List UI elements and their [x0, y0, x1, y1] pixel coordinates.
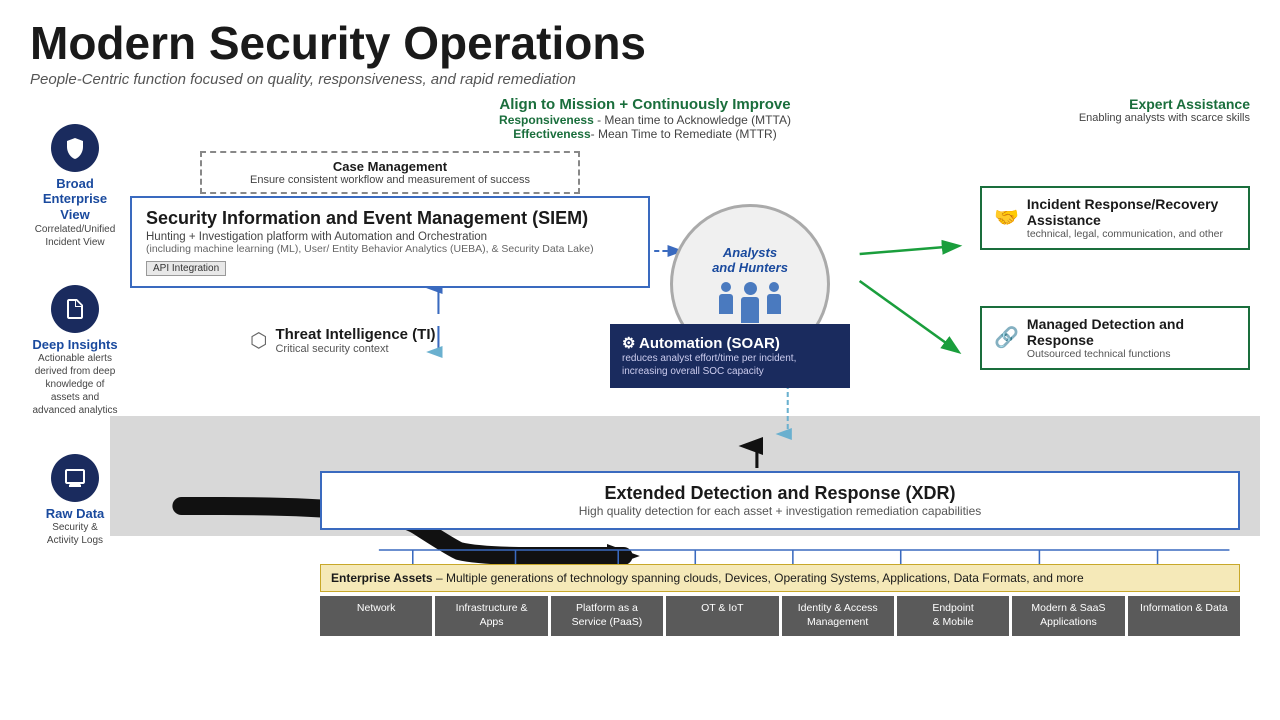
responsiveness-label: Responsiveness	[499, 113, 594, 127]
enterprise-assets-text: – Multiple generations of technology spa…	[436, 571, 1084, 585]
expert-section: Expert Assistance Enabling analysts with…	[980, 96, 1250, 124]
analysts-title: Analystsand Hunters	[712, 245, 788, 276]
expert-title: Expert Assistance	[980, 96, 1250, 112]
asset-cat-info-data: Information & Data	[1128, 596, 1240, 635]
align-responsiveness: Responsiveness - Mean time to Acknowledg…	[320, 113, 970, 127]
document-icon	[51, 285, 99, 333]
title-section: Modern Security Operations People-Centri…	[30, 18, 1250, 88]
xdr-subtitle: High quality detection for each asset + …	[336, 504, 1224, 518]
incident-response-box: 🤝 Incident Response/Recovery Assistance …	[980, 186, 1250, 250]
raw-data-sublabel: Security &Activity Logs	[47, 521, 103, 547]
ti-subtitle: Critical security context	[275, 343, 435, 355]
content-area: Broad Enterprise View Correlated/Unified…	[30, 96, 1250, 636]
siem-sub2: (including machine learning (ML), User/ …	[146, 243, 634, 255]
effectiveness-label: Effectiveness	[513, 127, 590, 141]
main-container: Modern Security Operations People-Centri…	[0, 0, 1280, 720]
shield-icon	[51, 124, 99, 172]
mdr-box: 🔗 Managed Detection and Response Outsour…	[980, 306, 1250, 370]
api-badge: API Integration	[146, 261, 226, 276]
sidebar-item-broad-enterprise: Broad Enterprise View Correlated/Unified…	[30, 124, 120, 249]
mdr-subtitle: Outsourced technical functions	[1027, 348, 1236, 360]
deep-insights-sublabel: Actionable alerts derived from deepknowl…	[30, 352, 120, 417]
diagram-area: Align to Mission + Continuously Improve …	[120, 96, 1250, 636]
broad-enterprise-sublabel: Correlated/UnifiedIncident View	[35, 223, 116, 249]
case-mgmt-title: Case Management	[212, 159, 568, 174]
mdr-title: Managed Detection and Response	[1027, 316, 1236, 348]
ti-title: Threat Intelligence (TI)	[275, 326, 435, 343]
align-effectiveness: Effectiveness- Mean Time to Remediate (M…	[320, 127, 970, 141]
xdr-title: Extended Detection and Response (XDR)	[336, 483, 1224, 504]
asset-cat-ot-iot: OT & IoT	[666, 596, 778, 635]
siem-box: Security Information and Event Managemen…	[130, 196, 650, 288]
left-sidebar: Broad Enterprise View Correlated/Unified…	[30, 96, 120, 636]
enterprise-banner: Enterprise Assets – Multiple generations…	[320, 564, 1240, 592]
raw-data-label: Raw Data	[46, 506, 105, 522]
ir-title: Incident Response/Recovery Assistance	[1027, 196, 1236, 228]
expert-subtitle: Enabling analysts with scarce skills	[980, 112, 1250, 124]
monitor-icon	[51, 454, 99, 502]
ir-icon: 🤝	[994, 205, 1019, 230]
asset-categories: Network Infrastructure & Apps Platform a…	[320, 596, 1240, 635]
bottom-section: Enterprise Assets – Multiple generations…	[320, 564, 1240, 635]
xdr-box: Extended Detection and Response (XDR) Hi…	[320, 471, 1240, 530]
sidebar-item-deep-insights: Deep Insights Actionable alerts derived …	[30, 285, 120, 418]
ir-subtitle: technical, legal, communication, and oth…	[1027, 228, 1236, 240]
asset-cat-network: Network	[320, 596, 432, 635]
ti-icon: ⬡	[250, 328, 267, 353]
case-mgmt-subtitle: Ensure consistent workflow and measureme…	[212, 174, 568, 186]
align-title: Align to Mission + Continuously Improve	[320, 96, 970, 113]
soar-subtitle: reduces analyst effort/time per incident…	[622, 352, 838, 378]
deep-insights-label: Deep Insights	[32, 337, 117, 353]
mdr-icon: 🔗	[994, 325, 1019, 350]
soar-box: ⚙ Automation (SOAR) reduces analyst effo…	[610, 324, 850, 388]
sidebar-item-raw-data: Raw Data Security &Activity Logs	[30, 454, 120, 548]
siem-sub1: Hunting + Investigation platform with Au…	[146, 231, 634, 243]
asset-cat-endpoint: Endpoint& Mobile	[897, 596, 1009, 635]
subtitle: People-Centric function focused on quali…	[30, 71, 1250, 88]
analysts-icons	[719, 282, 781, 323]
siem-title: Security Information and Event Managemen…	[146, 208, 634, 229]
asset-cat-paas: Platform as aService (PaaS)	[551, 596, 663, 635]
enterprise-assets-label: Enterprise Assets	[331, 571, 433, 585]
align-section: Align to Mission + Continuously Improve …	[320, 96, 970, 141]
asset-cat-infra: Infrastructure & Apps	[435, 596, 547, 635]
asset-cat-iam: Identity & AccessManagement	[782, 596, 894, 635]
asset-cat-saas: Modern & SaaS Applications	[1012, 596, 1124, 635]
case-management-box: Case Management Ensure consistent workfl…	[200, 151, 580, 194]
soar-title: ⚙ Automation (SOAR)	[622, 334, 838, 352]
broad-enterprise-label: Broad Enterprise View	[30, 176, 120, 223]
main-title: Modern Security Operations	[30, 18, 1250, 69]
threat-intelligence-box: ⬡ Threat Intelligence (TI) Critical secu…	[250, 326, 480, 355]
